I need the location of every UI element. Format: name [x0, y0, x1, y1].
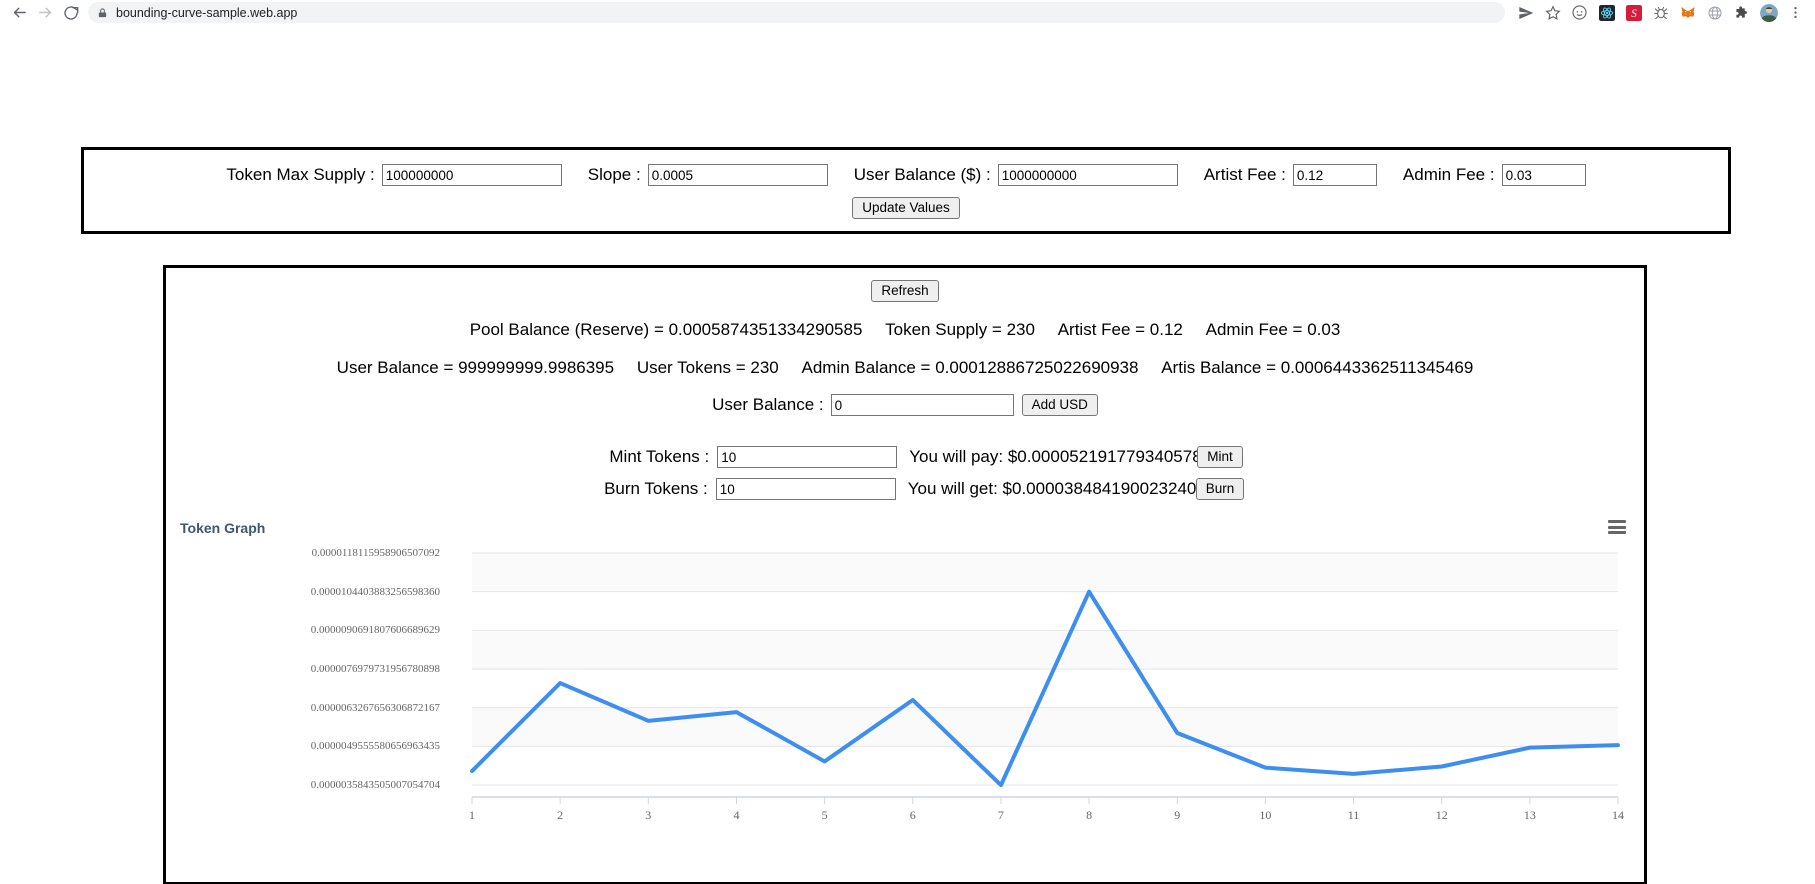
chart-title: Token Graph — [180, 520, 266, 536]
forward-arrow-icon[interactable] — [32, 2, 58, 24]
hamburger-line — [1608, 520, 1626, 523]
slope-label: Slope : — [587, 165, 641, 184]
artist-balance-stat: Artis Balance = 0.0006443362511345469 — [1161, 358, 1474, 377]
chart-x-tick-label: 1 — [469, 808, 475, 822]
send-icon[interactable] — [1512, 2, 1539, 24]
stats-line-2: User Balance = 999999999.9986395 User To… — [166, 358, 1644, 378]
refresh-row: Refresh — [166, 280, 1644, 302]
puzzle-piece-icon[interactable] — [1728, 2, 1755, 24]
chart-x-tick-label: 12 — [1435, 808, 1448, 822]
token-graph: Token Graph 0.0000118115958906507092 0.00… — [166, 520, 1644, 850]
page-content: Token Max Supply : Slope : User Balance … — [0, 25, 1815, 884]
add-usd-label: User Balance : — [712, 395, 824, 414]
slope-input[interactable] — [647, 164, 828, 186]
mint-row: Mint Tokens : You will pay: $0.000052191… — [166, 446, 1644, 468]
artist-fee-input[interactable] — [1292, 164, 1377, 186]
refresh-button[interactable]: Refresh — [871, 280, 939, 302]
chart-x-tick-label: 6 — [909, 808, 916, 822]
chart-x-tick-label: 4 — [733, 808, 740, 822]
chart-x-tick-label: 3 — [645, 808, 652, 822]
lock-icon — [97, 7, 108, 19]
kebab-menu-icon[interactable] — [1782, 2, 1809, 24]
artist-fee-stat: Artist Fee = 0.12 — [1057, 320, 1183, 339]
chart-x-tick-label: 14 — [1612, 808, 1624, 822]
artist-fee-field: Artist Fee : — [1204, 164, 1377, 186]
chart-menu-icon[interactable] — [1608, 520, 1626, 534]
hamburger-line — [1608, 531, 1626, 534]
admin-fee-stat: Admin Fee = 0.03 — [1205, 320, 1341, 339]
chart-plot-area: 0.0000118115958906507092 0.00001044038832… — [166, 545, 1644, 845]
chart-x-tick-label: 13 — [1523, 808, 1536, 822]
admin-fee-label: Admin Fee : — [1402, 165, 1495, 184]
add-usd-input[interactable] — [830, 394, 1014, 416]
update-values-row: Update Values — [84, 197, 1728, 219]
redux-devtools-icon[interactable]: S — [1620, 2, 1647, 24]
chart-x-tick-label: 8 — [1086, 808, 1093, 822]
add-usd-button[interactable]: Add USD — [1021, 394, 1098, 416]
mint-burn-section: Mint Tokens : You will pay: $0.000052191… — [166, 446, 1644, 500]
pool-balance-stat: Pool Balance (Reserve) = 0.0005874351334… — [469, 320, 863, 339]
metamask-face-icon[interactable] — [1566, 2, 1593, 24]
admin-fee-input[interactable] — [1501, 164, 1586, 186]
mint-quote: You will pay: $0.00005219177934057801 — [909, 447, 1221, 466]
user-balance-stat: User Balance = 999999999.9986395 — [336, 358, 615, 377]
back-arrow-icon[interactable] — [6, 2, 32, 24]
slope-field: Slope : — [588, 164, 828, 186]
stats-line-1: Pool Balance (Reserve) = 0.0005874351334… — [166, 320, 1644, 340]
settings-fields-row: Token Max Supply : Slope : User Balance … — [84, 164, 1728, 186]
chart-x-tick-label: 7 — [997, 808, 1004, 822]
globe-icon[interactable] — [1701, 2, 1728, 24]
bug-icon[interactable] — [1647, 2, 1674, 24]
hamburger-line — [1608, 525, 1626, 529]
react-devtools-icon[interactable] — [1593, 2, 1620, 24]
star-icon[interactable] — [1539, 2, 1566, 24]
burn-button[interactable]: Burn — [1195, 478, 1245, 500]
chart-x-tick-label: 10 — [1259, 808, 1272, 822]
mint-button[interactable]: Mint — [1197, 446, 1243, 468]
user-balance-field: User Balance ($) : — [854, 164, 1178, 186]
settings-panel: Token Max Supply : Slope : User Balance … — [81, 147, 1731, 234]
profile-avatar-icon[interactable] — [1755, 2, 1782, 24]
browser-actions: S — [1512, 2, 1809, 24]
metamask-fox-icon[interactable] — [1674, 2, 1701, 24]
chart-x-tick-label: 2 — [557, 808, 564, 822]
burn-quote: You will get: $0.00003848419002324056 — [907, 479, 1216, 498]
token-max-supply-input[interactable] — [381, 164, 562, 186]
chart-x-tick-label: 9 — [1174, 808, 1181, 822]
admin-fee-field: Admin Fee : — [1403, 164, 1586, 186]
token-supply-stat: Token Supply = 230 — [885, 320, 1035, 339]
burn-row: Burn Tokens : You will get: $0.000038484… — [166, 478, 1644, 500]
artist-fee-label: Artist Fee : — [1203, 165, 1286, 184]
token-max-supply-label: Token Max Supply : — [226, 165, 375, 184]
add-usd-row: User Balance : Add USD — [166, 394, 1644, 416]
address-bar-url: bounding-curve-sample.web.app — [116, 5, 298, 20]
admin-balance-stat: Admin Balance = 0.00012886725022690938 — [801, 358, 1139, 377]
svg-text:S: S — [1631, 8, 1637, 20]
address-bar[interactable]: bounding-curve-sample.web.app — [88, 2, 1505, 23]
update-values-button[interactable]: Update Values — [852, 197, 960, 219]
chart-x-axis: 1 2 3 4 5 6 7 8 9 10 11 12 13 14 — [166, 545, 1644, 845]
user-tokens-stat: User Tokens = 230 — [636, 358, 779, 377]
user-balance-input[interactable] — [997, 164, 1178, 186]
chart-x-tick-label: 11 — [1347, 808, 1360, 822]
chart-x-tick-label: 5 — [821, 808, 828, 822]
mint-tokens-input[interactable] — [717, 446, 898, 468]
burn-tokens-input[interactable] — [715, 478, 896, 500]
user-balance-label: User Balance ($) : — [853, 165, 991, 184]
reload-icon[interactable] — [58, 2, 84, 24]
mint-tokens-label: Mint Tokens : — [609, 447, 710, 466]
burn-tokens-label: Burn Tokens : — [604, 479, 708, 498]
browser-toolbar: bounding-curve-sample.web.app S — [0, 0, 1815, 25]
dashboard-panel: Refresh Pool Balance (Reserve) = 0.00058… — [163, 265, 1647, 884]
token-max-supply-field: Token Max Supply : — [226, 164, 562, 186]
